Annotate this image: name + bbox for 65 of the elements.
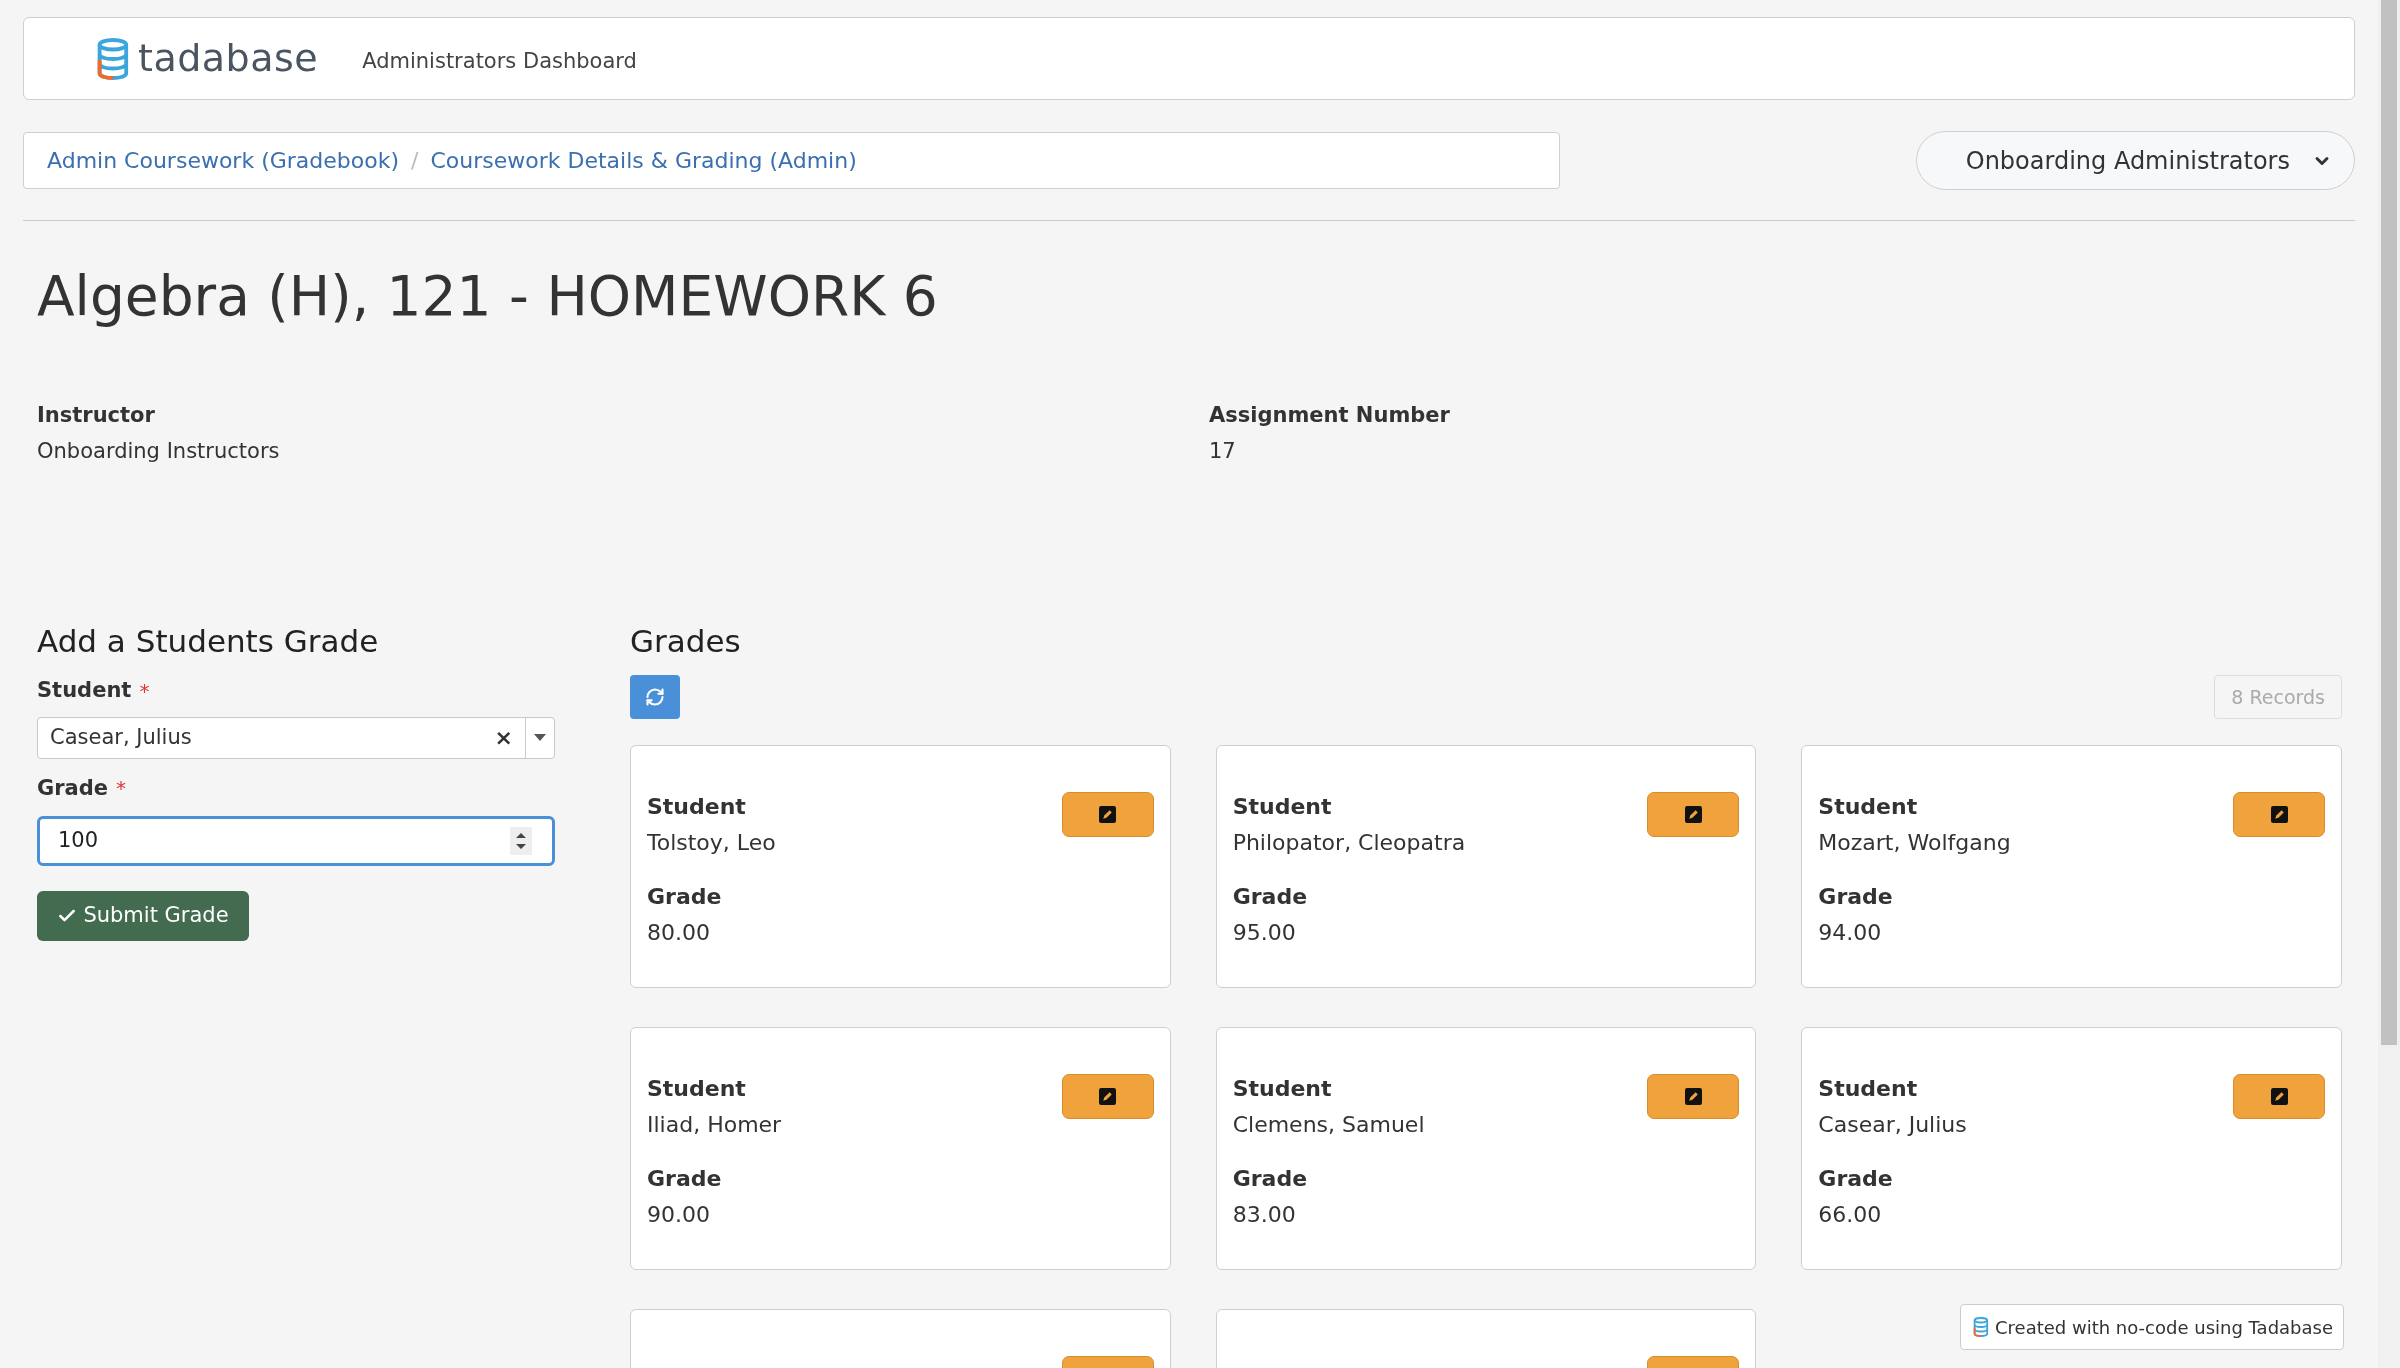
grade-value: 83.00 [1232,1201,1296,1229]
student-name: Tolstoy, Leo [647,829,776,857]
edit-icon [1099,1088,1117,1105]
student-label: Student [647,793,746,821]
edit-icon [1099,806,1117,823]
student-label: Student [647,1075,746,1103]
edit-button[interactable] [2233,1074,2325,1119]
required-mark: * [139,677,150,705]
refresh-icon [645,687,665,707]
grades-heading: Grades [630,622,742,661]
grade-label: Grade [647,1165,722,1193]
edit-icon [2270,1088,2288,1105]
grade-input[interactable]: 100 [37,816,555,866]
app-title: Administrators Dashboard [362,47,637,75]
student-label: Student [1232,1075,1332,1103]
record-count: 8 Records [2214,675,2342,719]
submit-button[interactable]: Submit Grade [37,891,249,941]
field-label: Student [37,677,132,704]
student-label: Student [1818,1075,1918,1103]
breadcrumb-link[interactable]: Coursework Details & Grading (Admin) [430,144,857,177]
student-name: Iliad, Homer [647,1111,782,1139]
detail-value: 17 [1209,438,1237,465]
grade-label: Grade [1818,883,1893,911]
edit-icon [2270,806,2288,823]
edit-button[interactable] [1061,1074,1154,1119]
detail-value: Onboarding Instructors [37,438,281,465]
form-heading: Add a Students Grade [37,622,380,661]
grade-value: 94.00 [1818,919,1882,947]
edit-button[interactable] [1647,1074,1740,1119]
edit-icon [1684,1088,1702,1105]
caret-down-icon [534,734,546,741]
edit-button[interactable] [2233,792,2325,837]
grade-value: 90.00 [647,1201,710,1229]
page-title: Algebra (H), 121 - HOMEWORK 6 [37,263,939,330]
student-label: Student [1818,793,1918,821]
student-name: Mozart, Wolfgang [1818,829,2011,857]
student-name: Philopator, Cleopatra [1232,829,1466,857]
breadcrumb-link[interactable]: Admin Coursework (Gradebook) [47,144,399,177]
grade-value: 66.00 [1818,1201,1882,1229]
grade-value: 95.00 [1232,919,1296,947]
detail-label: Instructor [37,402,156,429]
grade-value: 80.00 [647,919,710,947]
student-name: Clemens, Samuel [1232,1111,1425,1139]
badge-text: Created with no-code using Tadabase [1995,1315,2333,1340]
grade-label: Grade [1232,1165,1308,1193]
student-select[interactable]: Casear, Julius × [37,716,555,759]
logo-icon [1971,1316,1989,1338]
edit-icon [1684,806,1702,823]
clear-button[interactable]: × [482,721,525,754]
spinner-icon [510,827,532,855]
refresh-button[interactable] [630,675,680,719]
logo-text: tadabase [138,35,319,82]
student-name: Casear, Julius [1818,1111,1967,1139]
role-dropdown[interactable]: Onboarding Administrators [1916,131,2355,190]
field-label: Grade [37,774,109,802]
breadcrumb-separator: / [411,147,419,175]
grade-label: Grade [1232,883,1308,911]
grade-label: Grade [647,883,722,911]
detail-label: Assignment Number [1209,402,1451,429]
edit-button[interactable] [1647,792,1740,837]
footer-badge[interactable]: Created with no-code using Tadabase [1960,1304,2344,1350]
edit-button[interactable] [1061,792,1154,837]
required-mark: * [116,775,127,803]
grade-label: Grade [1818,1165,1893,1193]
student-label: Student [1232,793,1332,821]
